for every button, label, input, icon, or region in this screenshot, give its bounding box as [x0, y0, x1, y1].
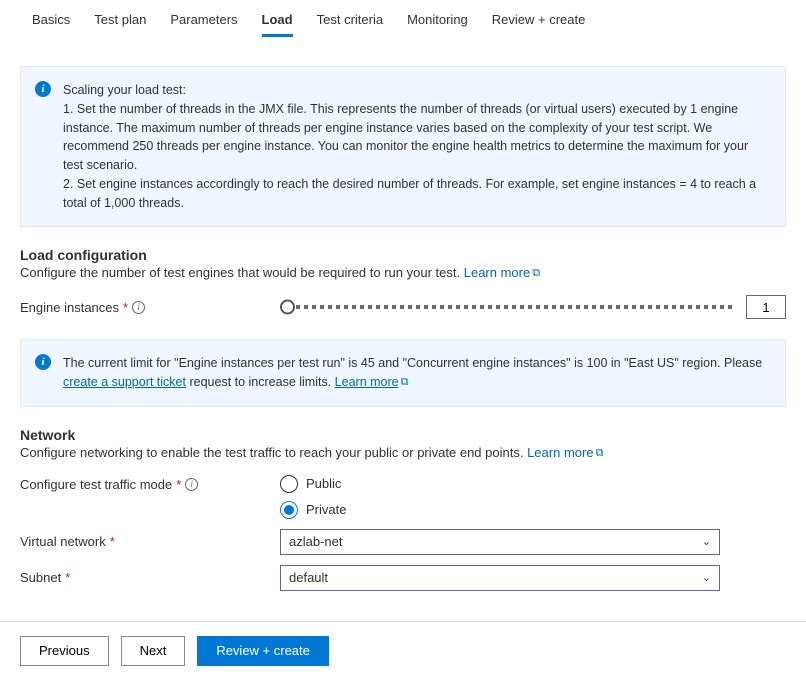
previous-button[interactable]: Previous [20, 636, 109, 666]
footer-bar: Previous Next Review + create [0, 621, 806, 680]
tab-review-create[interactable]: Review + create [480, 4, 598, 37]
engine-instances-input[interactable] [746, 295, 786, 319]
chevron-down-icon: ⌄ [702, 571, 711, 584]
load-config-desc: Configure the number of test engines tha… [20, 265, 786, 281]
required-icon: * [110, 534, 115, 549]
tab-monitoring[interactable]: Monitoring [395, 4, 480, 37]
engine-instances-slider[interactable] [280, 299, 732, 315]
traffic-mode-label: Configure test traffic mode [20, 477, 172, 492]
vnet-label: Virtual network [20, 534, 106, 549]
help-icon[interactable]: i [132, 301, 145, 314]
subnet-label: Subnet [20, 570, 61, 585]
vnet-select[interactable]: azlab-net ⌄ [280, 529, 720, 555]
external-link-icon: ⧉ [596, 447, 604, 460]
external-link-icon: ⧉ [401, 374, 409, 391]
network-title: Network [20, 427, 786, 443]
tab-test-plan[interactable]: Test plan [82, 4, 158, 37]
help-icon[interactable]: i [185, 478, 198, 491]
info-scaling-line1: 1. Set the number of threads in the JMX … [63, 100, 769, 175]
engine-instances-label: Engine instances [20, 300, 119, 315]
radio-icon [280, 501, 298, 519]
tab-load[interactable]: Load [250, 4, 305, 37]
required-icon: * [65, 570, 70, 585]
network-learn-more-link[interactable]: Learn more⧉ [527, 445, 603, 460]
tab-bar: Basics Test plan Parameters Load Test cr… [0, 0, 806, 38]
info-limit-text: The current limit for "Engine instances … [63, 356, 762, 370]
chevron-down-icon: ⌄ [702, 535, 711, 548]
external-link-icon: ⧉ [532, 267, 540, 280]
subnet-select[interactable]: default ⌄ [280, 565, 720, 591]
traffic-mode-private-radio[interactable]: Private [280, 501, 786, 519]
info-scaling-title: Scaling your load test: [63, 81, 769, 100]
tab-basics[interactable]: Basics [20, 4, 82, 37]
review-create-button[interactable]: Review + create [197, 636, 329, 666]
slider-thumb[interactable] [280, 300, 295, 315]
load-config-title: Load configuration [20, 247, 786, 263]
create-support-ticket-link[interactable]: create a support ticket [63, 375, 186, 389]
traffic-mode-public-radio[interactable]: Public [280, 475, 786, 493]
info-box-scaling: i Scaling your load test: 1. Set the num… [20, 66, 786, 227]
info-box-limits: i The current limit for "Engine instance… [20, 339, 786, 407]
info-icon: i [35, 354, 51, 370]
load-config-learn-more-link[interactable]: Learn more⧉ [464, 265, 540, 280]
next-button[interactable]: Next [121, 636, 186, 666]
limits-learn-more-link[interactable]: Learn more⧉ [335, 375, 409, 389]
info-scaling-line2: 2. Set engine instances accordingly to r… [63, 175, 769, 213]
info-icon: i [35, 81, 51, 97]
required-icon: * [176, 477, 181, 492]
tab-parameters[interactable]: Parameters [158, 4, 249, 37]
required-icon: * [123, 300, 128, 315]
slider-track [288, 305, 732, 309]
tab-test-criteria[interactable]: Test criteria [305, 4, 395, 37]
network-desc: Configure networking to enable the test … [20, 445, 786, 461]
radio-icon [280, 475, 298, 493]
